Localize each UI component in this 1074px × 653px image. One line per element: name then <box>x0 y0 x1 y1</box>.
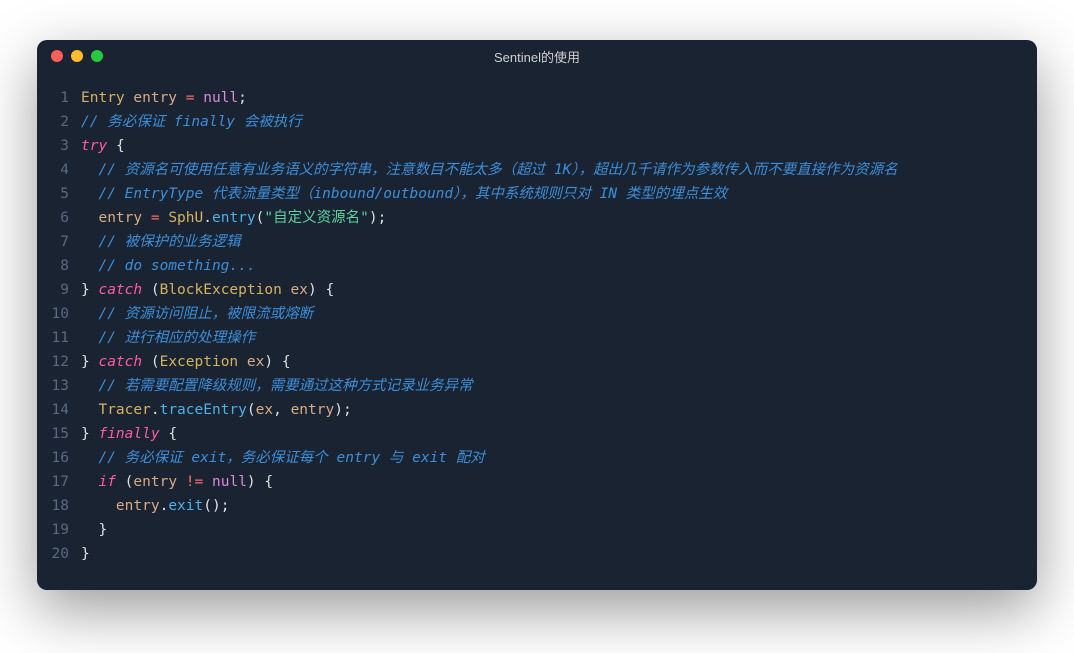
editor-window: Sentinel的使用 1Entry entry = null;2// 务必保证… <box>37 40 1037 590</box>
code-content[interactable]: // 被保护的业务逻辑 <box>81 230 1037 254</box>
code-line: 10 // 资源访问阻止，被限流或熔断 <box>37 302 1037 326</box>
code-content[interactable]: } catch (BlockException ex) { <box>81 278 1037 302</box>
titlebar: Sentinel的使用 <box>37 40 1037 72</box>
line-number: 8 <box>37 254 81 278</box>
code-content[interactable]: // EntryType 代表流量类型（inbound/outbound），其中… <box>81 182 1037 206</box>
line-number: 18 <box>37 494 81 518</box>
code-content[interactable]: // 务必保证 exit，务必保证每个 entry 与 exit 配对 <box>81 446 1037 470</box>
traffic-lights <box>51 50 103 62</box>
line-number: 13 <box>37 374 81 398</box>
code-line: 3try { <box>37 134 1037 158</box>
close-button[interactable] <box>51 50 63 62</box>
code-content[interactable]: } <box>81 518 1037 542</box>
line-number: 7 <box>37 230 81 254</box>
code-content[interactable]: // 资源名可使用任意有业务语义的字符串，注意数目不能太多（超过 1K），超出几… <box>81 158 1037 182</box>
line-number: 10 <box>37 302 81 326</box>
code-line: 17 if (entry != null) { <box>37 470 1037 494</box>
line-number: 2 <box>37 110 81 134</box>
code-content[interactable]: // 资源访问阻止，被限流或熔断 <box>81 302 1037 326</box>
line-number: 17 <box>37 470 81 494</box>
line-number: 12 <box>37 350 81 374</box>
line-number: 1 <box>37 86 81 110</box>
code-line: 14 Tracer.traceEntry(ex, entry); <box>37 398 1037 422</box>
line-number: 4 <box>37 158 81 182</box>
line-number: 11 <box>37 326 81 350</box>
code-line: 20} <box>37 542 1037 566</box>
code-line: 16 // 务必保证 exit，务必保证每个 entry 与 exit 配对 <box>37 446 1037 470</box>
code-content[interactable]: } catch (Exception ex) { <box>81 350 1037 374</box>
code-line: 13 // 若需要配置降级规则，需要通过这种方式记录业务异常 <box>37 374 1037 398</box>
code-line: 12} catch (Exception ex) { <box>37 350 1037 374</box>
line-number: 5 <box>37 182 81 206</box>
line-number: 15 <box>37 422 81 446</box>
code-content[interactable]: } finally { <box>81 422 1037 446</box>
maximize-button[interactable] <box>91 50 103 62</box>
line-number: 19 <box>37 518 81 542</box>
line-number: 16 <box>37 446 81 470</box>
code-line: 6 entry = SphU.entry("自定义资源名"); <box>37 206 1037 230</box>
line-number: 9 <box>37 278 81 302</box>
code-content[interactable]: // 若需要配置降级规则，需要通过这种方式记录业务异常 <box>81 374 1037 398</box>
code-content[interactable]: // do something... <box>81 254 1037 278</box>
code-line: 18 entry.exit(); <box>37 494 1037 518</box>
code-line: 15} finally { <box>37 422 1037 446</box>
code-line: 2// 务必保证 finally 会被执行 <box>37 110 1037 134</box>
line-number: 14 <box>37 398 81 422</box>
code-line: 1Entry entry = null; <box>37 86 1037 110</box>
code-line: 19 } <box>37 518 1037 542</box>
code-content[interactable]: Entry entry = null; <box>81 86 1037 110</box>
code-area[interactable]: 1Entry entry = null;2// 务必保证 finally 会被执… <box>37 72 1037 590</box>
code-content[interactable]: // 务必保证 finally 会被执行 <box>81 110 1037 134</box>
code-content[interactable]: try { <box>81 134 1037 158</box>
code-line: 7 // 被保护的业务逻辑 <box>37 230 1037 254</box>
code-content[interactable]: // 进行相应的处理操作 <box>81 326 1037 350</box>
code-line: 8 // do something... <box>37 254 1037 278</box>
code-content[interactable]: } <box>81 542 1037 566</box>
code-content[interactable]: entry = SphU.entry("自定义资源名"); <box>81 206 1037 230</box>
code-line: 4 // 资源名可使用任意有业务语义的字符串，注意数目不能太多（超过 1K），超… <box>37 158 1037 182</box>
window-title: Sentinel的使用 <box>51 47 1023 66</box>
code-content[interactable]: Tracer.traceEntry(ex, entry); <box>81 398 1037 422</box>
code-line: 9} catch (BlockException ex) { <box>37 278 1037 302</box>
code-line: 11 // 进行相应的处理操作 <box>37 326 1037 350</box>
code-content[interactable]: if (entry != null) { <box>81 470 1037 494</box>
code-line: 5 // EntryType 代表流量类型（inbound/outbound），… <box>37 182 1037 206</box>
line-number: 3 <box>37 134 81 158</box>
line-number: 20 <box>37 542 81 566</box>
code-content[interactable]: entry.exit(); <box>81 494 1037 518</box>
minimize-button[interactable] <box>71 50 83 62</box>
line-number: 6 <box>37 206 81 230</box>
